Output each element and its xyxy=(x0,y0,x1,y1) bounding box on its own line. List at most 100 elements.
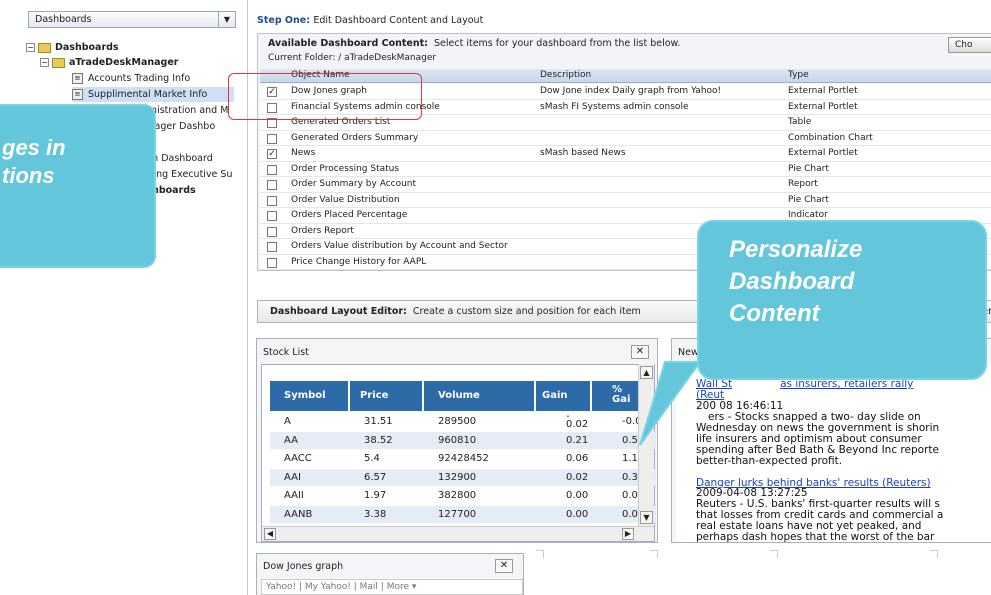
callout-left: ges in tions xyxy=(0,104,156,268)
stock-cell: 3.38 xyxy=(364,508,387,520)
row-name: Orders Placed Percentage xyxy=(291,210,408,220)
header-pct-gain: % Gai xyxy=(592,381,638,411)
callout-pointer xyxy=(639,361,702,446)
layout-corner xyxy=(650,550,658,558)
stock-cell: 960810 xyxy=(438,434,477,446)
column-type[interactable]: Type xyxy=(788,70,809,80)
stock-cell: 0.02 xyxy=(566,471,589,483)
stock-row[interactable]: A 31.51 289500 0.02 -0.0- xyxy=(270,411,656,431)
row-type: Table xyxy=(788,117,812,127)
stock-cell: 382800 xyxy=(438,490,477,501)
content-row[interactable]: Order Summary by Account Report xyxy=(260,177,991,193)
dow-jones-title: Dow Jones graph xyxy=(263,561,344,572)
row-type: Report xyxy=(788,179,818,189)
folder-icon xyxy=(52,57,65,68)
folder-icon xyxy=(38,42,51,53)
row-type: Indicator xyxy=(788,210,828,220)
row-name: News xyxy=(291,148,316,158)
stock-cell: 92428452 xyxy=(438,453,489,464)
collapse-icon[interactable]: − xyxy=(26,43,35,52)
column-description[interactable]: Description xyxy=(540,70,591,80)
horizontal-scrollbar[interactable]: ◀ ▶ xyxy=(262,526,654,541)
close-icon[interactable]: ✕ xyxy=(495,559,513,573)
row-type: External Portlet xyxy=(788,86,858,96)
stock-row[interactable]: AAI 6.57 132900 0.02 0.31 xyxy=(270,468,656,486)
highlight-box xyxy=(228,73,422,120)
stock-row[interactable]: AA 38.52 960810 0.21 0.55 xyxy=(270,431,656,449)
row-checkbox[interactable]: ✓ xyxy=(267,149,277,159)
list-icon: ≡ xyxy=(72,89,83,100)
close-icon[interactable]: ✕ xyxy=(631,345,649,359)
current-folder: Current Folder: / aTradeDeskManager xyxy=(268,53,437,63)
layout-corner xyxy=(770,550,778,558)
row-name: Price Change History for AAPL xyxy=(291,256,427,267)
stock-cell: 132900 xyxy=(438,471,477,483)
tree-item-supplimental-market-info[interactable]: ≡ Supplimental Market Info xyxy=(72,87,234,102)
stock-cell: 1.97 xyxy=(364,490,387,501)
choose-button[interactable]: Cho xyxy=(948,37,991,53)
yahoo-nav-bar[interactable]: Yahoo! | My Yahoo! | Mail | More ▾ xyxy=(261,579,523,595)
header-price: Price xyxy=(350,381,422,411)
row-name: Order Processing Status xyxy=(291,163,400,174)
row-checkbox[interactable] xyxy=(267,211,277,221)
stock-cell: 5.4 xyxy=(364,453,380,464)
dashboard-dropdown-value: Dashboards xyxy=(35,14,92,25)
content-row[interactable]: Order Value Distribution Pie Chart xyxy=(260,192,991,208)
stock-row[interactable]: AACC 5.4 92428452 0.06 1.12 xyxy=(270,450,656,468)
layout-corner xyxy=(536,550,544,558)
tree-node-atradedeskmanager[interactable]: − aTradeDeskManager xyxy=(40,55,178,70)
stock-cell: 0.00 xyxy=(566,508,589,520)
tree-item-accounts-trading-info[interactable]: ≡ Accounts Trading Info xyxy=(72,71,190,86)
stock-cell: 0.21 xyxy=(566,434,589,446)
available-content-title: Available Dashboard Content: Select item… xyxy=(268,38,681,49)
stock-cell: 0.06 xyxy=(566,453,589,464)
row-description: Dow Jone index Daily graph from Yahoo! xyxy=(540,86,722,96)
collapse-icon[interactable]: − xyxy=(40,58,49,67)
chevron-down-icon[interactable]: ▼ xyxy=(218,12,235,27)
stock-cell: 127700 xyxy=(438,508,477,520)
row-checkbox[interactable] xyxy=(267,226,277,237)
row-name: Orders Report xyxy=(291,225,354,236)
stock-cell: 289500 xyxy=(438,416,477,427)
stock-cell: AAI xyxy=(284,471,301,483)
content-row[interactable]: Order Processing Status Pie Chart xyxy=(260,161,991,177)
list-icon: ≡ xyxy=(72,73,83,84)
row-name: Orders Value distribution by Account and… xyxy=(291,241,508,251)
row-description: sMash FI Systems admin console xyxy=(540,101,689,112)
content-row[interactable]: Generated Orders Summary Combination Char… xyxy=(260,130,991,146)
callout-personalize: Personalize Dashboard Content xyxy=(697,220,987,380)
row-type: Combination Chart xyxy=(788,132,873,143)
stock-cell: A xyxy=(284,416,291,427)
dashboard-dropdown[interactable]: Dashboards ▼ xyxy=(28,11,236,28)
row-type: External Portlet xyxy=(788,101,858,112)
row-checkbox[interactable] xyxy=(267,242,277,252)
row-name: Order Value Distribution xyxy=(291,194,400,205)
row-name: Order Summary by Account xyxy=(291,179,417,189)
step-one-heading: Step One: Edit Dashboard Content and Lay… xyxy=(257,15,484,26)
row-checkbox[interactable] xyxy=(267,257,277,268)
stock-cell-sign: - xyxy=(566,411,570,422)
stock-cell: 38.52 xyxy=(364,434,393,446)
layout-corner xyxy=(930,550,938,558)
stock-row[interactable]: AANB 3.38 127700 0.00 0.00 xyxy=(270,505,656,523)
row-checkbox[interactable] xyxy=(267,180,277,190)
row-checkbox[interactable] xyxy=(267,133,277,144)
stock-cell: 0.00 xyxy=(566,490,589,501)
content-row[interactable]: ✓ News sMash based News External Portlet xyxy=(260,146,991,162)
stock-list-title: Stock List xyxy=(263,347,309,358)
header-symbol: Symbol xyxy=(270,381,348,411)
row-type: Pie Chart xyxy=(788,194,829,205)
tree-node-dashboards[interactable]: − Dashboards xyxy=(26,40,119,55)
news-title: New xyxy=(678,347,699,358)
stock-cell: AANB xyxy=(284,508,313,520)
row-checkbox[interactable] xyxy=(267,164,277,175)
stock-cell: AAII xyxy=(284,490,304,501)
stock-cell: 6.57 xyxy=(364,471,387,483)
stock-cell: AACC xyxy=(284,453,312,464)
left-panel: Dashboards ▼ − Dashboards − aTradeDeskMana… xyxy=(0,0,248,595)
stock-cell: AA xyxy=(284,434,298,446)
header-volume: Volume xyxy=(424,381,534,411)
row-checkbox[interactable] xyxy=(267,195,277,206)
stock-row[interactable]: AAII 1.97 382800 0.00 0.00 xyxy=(270,487,656,505)
news-body-line: better-than-expected profit. xyxy=(696,455,843,467)
